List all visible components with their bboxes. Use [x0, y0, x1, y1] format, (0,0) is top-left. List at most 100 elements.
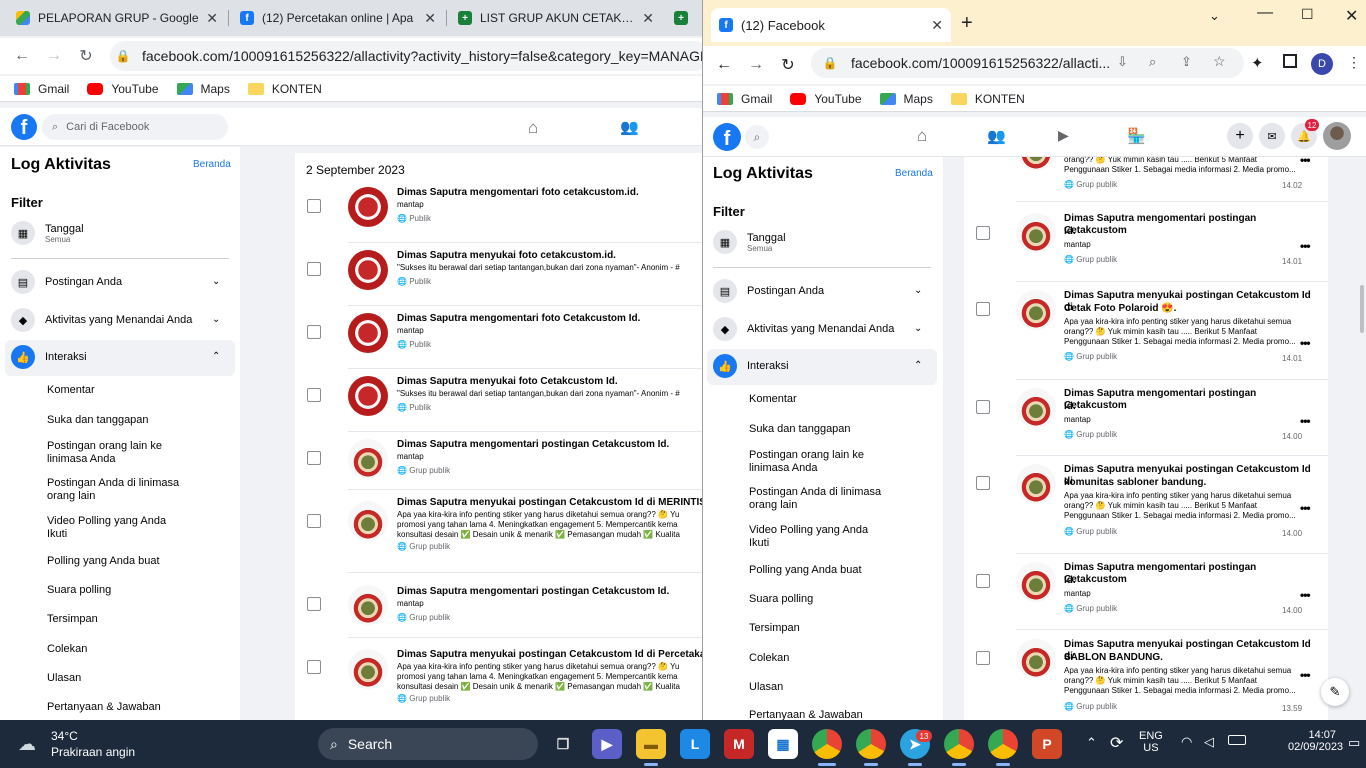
sidebar-item-suara-polling[interactable]: Suara polling — [749, 593, 813, 606]
checkbox[interactable] — [307, 388, 321, 402]
back-icon[interactable]: ← — [710, 51, 738, 79]
marketplace-icon[interactable]: 🏪 — [1127, 127, 1146, 145]
weather-temp[interactable]: 34°C — [51, 729, 78, 743]
home-icon[interactable]: ⌂ — [528, 118, 538, 138]
chevron-down-icon[interactable]: ⌄ — [212, 314, 220, 325]
address-bar[interactable]: 🔒 facebook.com/100091615256322/allacti..… — [811, 48, 1244, 78]
activity-item[interactable]: Dimas Saputra menyukai postingan Cetakcu… — [295, 638, 702, 720]
checkbox[interactable] — [976, 574, 990, 588]
wifi-icon[interactable]: ◠ — [1181, 734, 1192, 750]
activity-item[interactable]: Dimas Saputra mengomentari postingan Cet… — [295, 575, 702, 638]
sidebar-item-tersimpan[interactable]: Tersimpan — [47, 613, 98, 626]
facebook-logo-icon[interactable]: f — [11, 114, 37, 140]
checkbox[interactable] — [307, 262, 321, 276]
watch-icon[interactable]: ▶ — [1058, 127, 1069, 144]
activity-item[interactable]: Dimas Saputra menyukai foto cetakcustom.… — [295, 244, 702, 307]
l-app-icon[interactable]: L — [680, 729, 710, 759]
language-indicator[interactable]: ENG US — [1139, 730, 1163, 754]
activity-item[interactable]: Dimas Saputra menyukai postingan Cetakcu… — [964, 457, 1328, 555]
sidebar-item-polling-buat[interactable]: Polling yang Anda buat — [749, 564, 862, 577]
date-filter[interactable]: ▦ Tanggal Semua — [11, 221, 84, 245]
date-filter[interactable]: ▦ Tanggal Semua — [713, 230, 786, 254]
activity-item[interactable]: Dimas Saputra menyukai postingan Cetakcu… — [964, 632, 1328, 720]
search-input[interactable]: ⌕ Cari di Facebook — [42, 114, 228, 140]
reload-icon[interactable]: ↻ — [72, 42, 100, 70]
bookmark-gmail[interactable]: Gmail — [14, 82, 69, 96]
sync-icon[interactable]: ⟳ — [1110, 733, 1123, 753]
chrome-icon[interactable] — [812, 729, 842, 759]
checkbox[interactable] — [307, 451, 321, 465]
checkbox[interactable] — [976, 226, 990, 240]
volume-icon[interactable]: ◁ — [1204, 734, 1214, 750]
activity-item[interactable]: Dimas Saputra mengomentari postingan Cet… — [964, 381, 1328, 457]
more-icon[interactable]: ••• — [1300, 588, 1311, 602]
section-postingan-anda[interactable]: ▤ Postingan Anda — [713, 279, 824, 303]
sidebar-item-pertanyaan[interactable]: Pertanyaan & Jawaban — [749, 709, 863, 720]
store-icon[interactable]: ▦ — [768, 729, 798, 759]
sidebar-item-video-polling[interactable]: Video Polling yang Anda Ikuti — [749, 524, 889, 550]
profile-avatar[interactable]: D — [1311, 53, 1333, 75]
chevron-down-icon[interactable]: ⌄ — [914, 323, 922, 334]
forward-icon[interactable]: → — [742, 51, 770, 79]
tab-pelaporan[interactable]: PELAPORAN GRUP - Google ✕ — [8, 4, 226, 32]
section-postingan-anda[interactable]: ▤ Postingan Anda — [11, 270, 122, 294]
messenger-icon[interactable]: ✉ — [1259, 123, 1285, 149]
sidebar-item-video-polling[interactable]: Video Polling yang Anda Ikuti — [47, 515, 187, 541]
sidebar-item-ulasan[interactable]: Ulasan — [749, 681, 783, 694]
activity-item[interactable]: Dimas Saputra menyukai postingan Cetakcu… — [295, 491, 702, 575]
sidebar-item-tersimpan[interactable]: Tersimpan — [749, 622, 800, 635]
sidebar-item-komentar[interactable]: Komentar — [749, 393, 797, 406]
chrome-icon[interactable] — [944, 729, 974, 759]
task-view-icon[interactable]: ❐ — [548, 729, 578, 759]
sidebar-item-suara-polling[interactable]: Suara polling — [47, 584, 111, 597]
friends-icon[interactable]: 👥 — [620, 118, 639, 136]
post-thumbnail[interactable] — [1016, 157, 1056, 171]
home-icon[interactable]: ⌂ — [917, 126, 927, 146]
more-icon[interactable]: ••• — [1300, 239, 1311, 253]
sidebar-item-pertanyaan[interactable]: Pertanyaan & Jawaban — [47, 701, 161, 714]
powerpoint-icon[interactable]: P — [1032, 729, 1062, 759]
post-thumbnail[interactable] — [348, 585, 388, 625]
bookmark-konten[interactable]: KONTEN — [950, 92, 1025, 106]
close-window-button[interactable]: ✕ — [1345, 6, 1358, 26]
sidebar-item-postingan-anda-linimasa[interactable]: Postingan Anda di linimasa orang lain — [749, 486, 899, 512]
teams-icon[interactable]: ▶ — [592, 729, 622, 759]
back-icon[interactable]: ← — [8, 42, 36, 70]
share-icon[interactable]: ⇪ — [1181, 54, 1192, 70]
mcafee-icon[interactable]: M — [724, 729, 754, 759]
more-icon[interactable]: ••• — [1300, 336, 1311, 350]
sidebar-item-ulasan[interactable]: Ulasan — [47, 672, 81, 685]
post-thumbnail[interactable] — [1016, 464, 1056, 504]
home-link[interactable]: Beranda — [193, 159, 231, 170]
side-panel-icon[interactable] — [1283, 54, 1297, 68]
reload-icon[interactable]: ↻ — [774, 51, 802, 79]
post-thumbnail[interactable] — [348, 313, 388, 353]
compose-icon[interactable]: ✎ — [1321, 678, 1349, 706]
maximize-button[interactable]: ☐ — [1301, 6, 1314, 23]
activity-item[interactable]: Dimas Saputra menyukai foto Cetakcustom … — [295, 370, 702, 433]
new-tab-button[interactable]: + — [961, 12, 973, 35]
tab-search-icon[interactable]: ⌄ — [1209, 8, 1220, 24]
activity-item[interactable]: Dimas Saputra mengomentari foto cetakcus… — [295, 181, 702, 244]
section-interaksi[interactable]: 👍 Interaksi — [11, 345, 87, 369]
chevron-up-icon[interactable]: ⌃ — [914, 360, 922, 371]
post-thumbnail[interactable] — [1016, 290, 1056, 330]
checkbox[interactable] — [307, 514, 321, 528]
chevron-down-icon[interactable]: ⌄ — [914, 285, 922, 296]
bookmark-gmail[interactable]: Gmail — [717, 92, 772, 106]
sidebar-item-polling-buat[interactable]: Polling yang Anda buat — [47, 555, 160, 568]
post-thumbnail[interactable] — [1016, 213, 1056, 253]
more-icon[interactable]: ••• — [1300, 157, 1311, 167]
checkbox[interactable] — [307, 597, 321, 611]
section-aktivitas-menandai[interactable]: ◆ Aktivitas yang Menandai Anda — [11, 308, 192, 332]
tab-extra[interactable]: + — [666, 4, 702, 32]
post-thumbnail[interactable] — [348, 649, 388, 689]
activity-item[interactable]: Dimas Saputra mengomentari foto Cetakcus… — [295, 307, 702, 370]
activity-item[interactable]: Dimas Saputra menyukai postingan Cetakcu… — [964, 284, 1328, 381]
post-thumbnail[interactable] — [348, 501, 388, 541]
sidebar-item-suka[interactable]: Suka dan tanggapan — [47, 414, 149, 427]
sidebar-item-suka[interactable]: Suka dan tanggapan — [749, 423, 851, 436]
home-link[interactable]: Beranda — [895, 168, 933, 179]
sidebar-item-komentar[interactable]: Komentar — [47, 384, 95, 397]
zoom-icon[interactable]: ⌕ — [1149, 54, 1156, 70]
